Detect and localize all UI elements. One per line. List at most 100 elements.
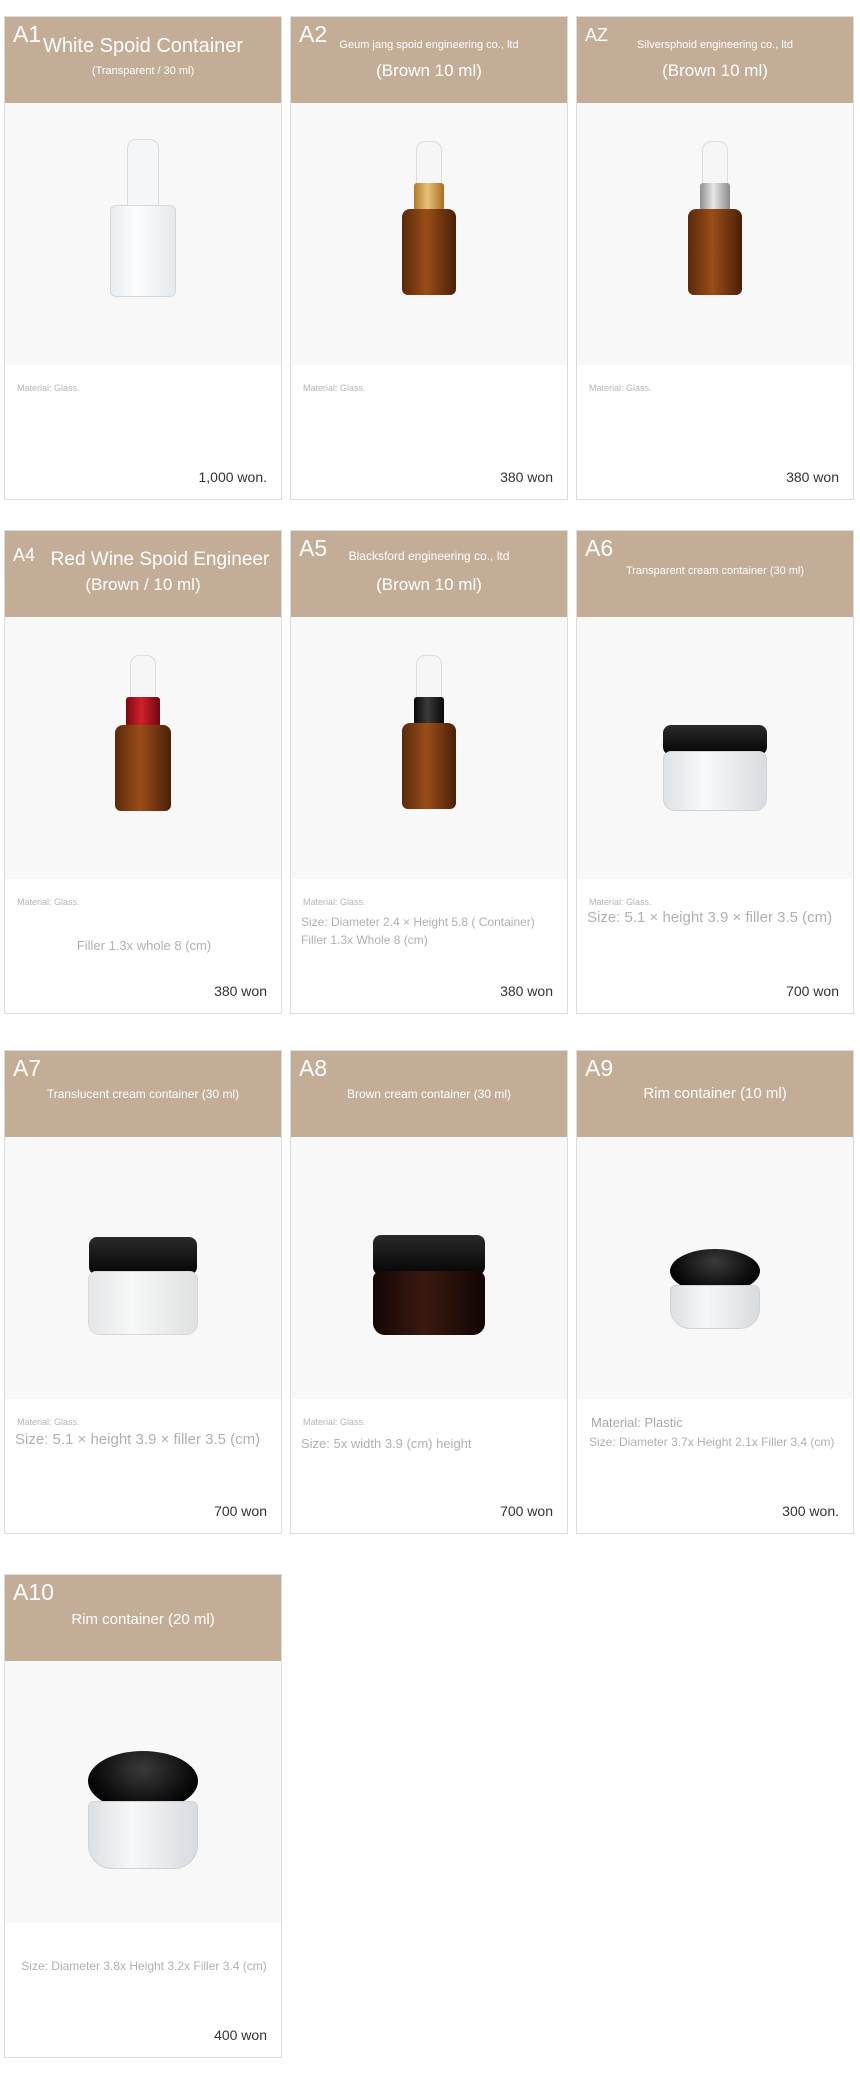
product-material: Material: Glass. — [17, 897, 80, 907]
product-card-a4[interactable]: A4 Red Wine Spoid Engineer (Brown / 10 m… — [4, 530, 282, 1014]
gold-collar — [414, 183, 444, 211]
product-size: Size: Diameter 3.7x Height 2.1x Filler 3… — [589, 1435, 835, 1449]
product-title: Geum jang spoid engineering co., ltd — [339, 39, 519, 51]
product-card-a10[interactable]: A10 Rim container (20 ml) Size: Diameter… — [4, 1574, 282, 2058]
product-image[interactable] — [577, 103, 853, 365]
product-material: Material: Plastic — [591, 1415, 683, 1430]
product-code: A10 — [13, 1579, 54, 1605]
product-title: Red Wine Spoid Engineer — [50, 549, 270, 570]
product-material: Material: Glass. — [589, 897, 652, 907]
product-material: Material: Glass. — [17, 1417, 80, 1427]
clear-jar-body — [663, 751, 767, 811]
product-card-a8[interactable]: A8 Brown cream container (30 ml) Materia… — [290, 1050, 568, 1534]
frosted-jar-body — [88, 1271, 198, 1335]
product-card-a1[interactable]: A1 White Spoid Container (Transparent / … — [4, 16, 282, 500]
product-image[interactable] — [577, 1137, 853, 1399]
amber-bottle — [688, 209, 742, 295]
dropper-bulb — [416, 655, 442, 701]
product-code: A6 — [585, 535, 614, 561]
product-card-a6[interactable]: A6 Transparent cream container (30 ml) M… — [576, 530, 854, 1014]
product-price: 700 won — [786, 983, 839, 999]
silver-collar — [700, 183, 730, 211]
card-body: Material: Glass. Filler 1.3x whole 8 (cm… — [5, 879, 281, 1013]
product-title: Brown cream container (30 ml) — [346, 1087, 512, 1101]
product-image[interactable] — [291, 103, 567, 365]
card-header: A8 Brown cream container (30 ml) — [291, 1051, 567, 1137]
card-header: A10 Rim container (20 ml) — [5, 1575, 281, 1661]
dropper-bulb — [702, 141, 728, 187]
product-code: A4 — [13, 545, 36, 565]
jar-lid — [373, 1235, 485, 1275]
product-image[interactable] — [5, 1661, 281, 1923]
card-body: Material: Glass. Size: Diameter 2.4 × He… — [291, 879, 567, 1013]
glass-bottle — [110, 205, 176, 297]
clear-jar-body — [88, 1801, 198, 1869]
product-title: Rim container (10 ml) — [643, 1085, 787, 1102]
product-price: 700 won — [500, 1503, 553, 1519]
product-image[interactable] — [577, 617, 853, 879]
product-subtitle: (Brown 10 ml) — [376, 575, 482, 594]
card-header: A7 Translucent cream container (30 ml) — [5, 1051, 281, 1137]
product-material: Material: Glass. — [303, 383, 366, 393]
card-body: Material: Glass. 380 won — [577, 365, 853, 499]
product-card-a2[interactable]: A2 Geum jang spoid engineering co., ltd … — [290, 16, 568, 500]
product-card-az[interactable]: AZ Silversphoid engineering co., ltd (Br… — [576, 16, 854, 500]
product-card-a5[interactable]: A5 Blacksford engineering co., ltd (Brow… — [290, 530, 568, 1014]
product-size: Size: Diameter 2.4 × Height 5.8 ( Contai… — [301, 915, 535, 947]
product-title: Rim container (20 ml) — [71, 1611, 215, 1628]
product-price: 380 won — [786, 469, 839, 485]
product-image[interactable] — [291, 617, 567, 879]
product-size: Size: Diameter 3.8x Height 3.2x Filler 3… — [21, 1959, 267, 1973]
product-card-a7[interactable]: A7 Translucent cream container (30 ml) M… — [4, 1050, 282, 1534]
card-body: Material: Glass. 380 won — [291, 365, 567, 499]
product-code: A7 — [13, 1055, 42, 1081]
product-image[interactable] — [291, 1137, 567, 1399]
card-body: Material: Plastic Size: Diameter 3.7x He… — [577, 1399, 853, 1533]
product-title: Translucent cream container (30 ml) — [46, 1087, 240, 1101]
brown-jar-body — [373, 1271, 485, 1335]
product-code: A8 — [299, 1055, 328, 1081]
red-collar — [126, 697, 160, 727]
product-price: 380 won — [214, 983, 267, 999]
dropper-bulb — [416, 141, 442, 187]
product-size: Size: 5x width 3.9 (cm) height — [301, 1436, 472, 1451]
card-header: A1 White Spoid Container (Transparent / … — [5, 17, 281, 103]
card-header: A2 Geum jang spoid engineering co., ltd … — [291, 17, 567, 103]
product-title: Transparent cream container (30 ml) — [625, 565, 805, 577]
product-card-a9[interactable]: A9 Rim container (10 ml) Material: Plast… — [576, 1050, 854, 1534]
product-image[interactable] — [5, 103, 281, 365]
amber-bottle — [115, 725, 171, 811]
amber-bottle — [402, 723, 456, 809]
product-image[interactable] — [5, 617, 281, 879]
dropper-bulb — [127, 139, 159, 213]
product-subtitle: (Transparent / 30 ml) — [91, 65, 195, 77]
product-subtitle: (Brown 10 ml) — [662, 61, 768, 80]
card-body: Size: Diameter 3.8x Height 3.2x Filler 3… — [5, 1923, 281, 2057]
product-subtitle: (Brown 10 ml) — [376, 61, 482, 80]
card-header: A9 Rim container (10 ml) — [577, 1051, 853, 1137]
product-size: Size: 5.1 × height 3.9 × filler 3.5 (cm) — [15, 1431, 261, 1448]
product-title: White Spoid Container — [42, 35, 244, 57]
product-price: 400 won — [214, 2027, 267, 2043]
product-image[interactable] — [5, 1137, 281, 1399]
product-title: Silversphoid engineering co., ltd — [637, 39, 793, 51]
black-collar — [414, 697, 444, 725]
product-title: Blacksford engineering co., ltd — [348, 549, 510, 563]
card-header: A4 Red Wine Spoid Engineer (Brown / 10 m… — [5, 531, 281, 617]
card-header: AZ Silversphoid engineering co., ltd (Br… — [577, 17, 853, 103]
product-price: 380 won — [500, 983, 553, 999]
product-price: 300 won. — [782, 1503, 839, 1519]
card-header: A5 Blacksford engineering co., ltd (Brow… — [291, 531, 567, 617]
product-price: 700 won — [214, 1503, 267, 1519]
card-body: Material: Glass. Size: 5.1 × height 3.9 … — [577, 879, 853, 1013]
card-body: Material: Glass. Size: 5x width 3.9 (cm)… — [291, 1399, 567, 1533]
product-size: Filler 1.3x whole 8 (cm) — [76, 938, 212, 953]
product-material: Material: Glass. — [589, 383, 652, 393]
product-subtitle: (Brown / 10 ml) — [85, 575, 201, 594]
card-body: Material: Glass. 1,000 won. — [5, 365, 281, 499]
product-material: Material: Glass. — [303, 1417, 366, 1427]
jar-lid — [89, 1237, 197, 1275]
clear-jar-body — [670, 1285, 760, 1329]
product-material: Material: Glass. — [303, 897, 366, 907]
product-code: A9 — [585, 1055, 614, 1081]
